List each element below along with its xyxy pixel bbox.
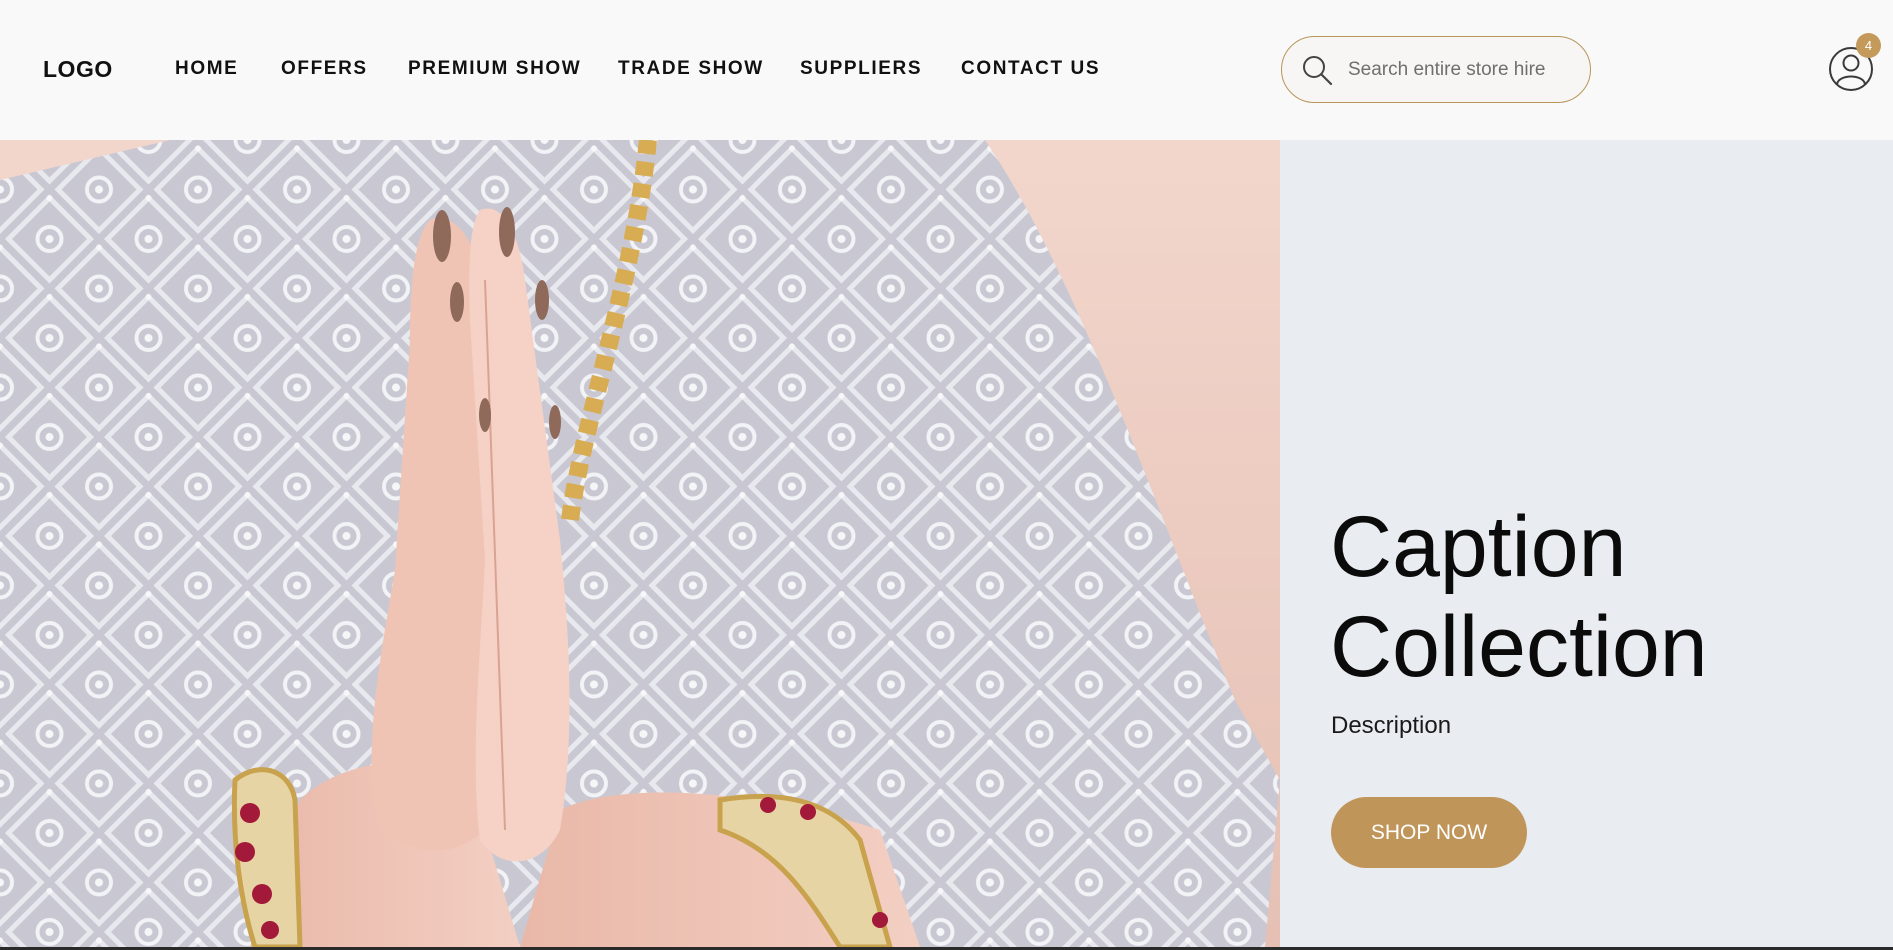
- caption-line-1: Caption: [1330, 499, 1627, 595]
- hero-banner: Caption Collection Description SHOP NOW: [0, 140, 1893, 947]
- nav-item-contact-us[interactable]: CONTACT US: [961, 58, 1100, 80]
- nav-item-suppliers[interactable]: SUPPLIERS: [800, 58, 922, 80]
- search-icon[interactable]: [1300, 53, 1334, 87]
- shop-now-button[interactable]: SHOP NOW: [1331, 797, 1527, 868]
- nav-item-offers[interactable]: OFFERS: [281, 58, 368, 80]
- site-header: LOGO HOME OFFERS PREMIUM SHOW TRADE SHOW…: [0, 0, 1893, 140]
- account-badge: 4: [1856, 33, 1881, 58]
- hero-description: Description: [1331, 712, 1452, 739]
- hero-caption: Caption Collection: [1330, 497, 1850, 697]
- logo[interactable]: LOGO: [43, 56, 113, 83]
- search-box: [1281, 36, 1591, 103]
- nav-item-premium-show[interactable]: PREMIUM SHOW: [408, 58, 581, 80]
- nav-item-home[interactable]: HOME: [175, 58, 238, 80]
- caption-line-2: Collection: [1330, 599, 1708, 695]
- nav-item-trade-show[interactable]: TRADE SHOW: [618, 58, 764, 80]
- search-input[interactable]: [1348, 55, 1573, 85]
